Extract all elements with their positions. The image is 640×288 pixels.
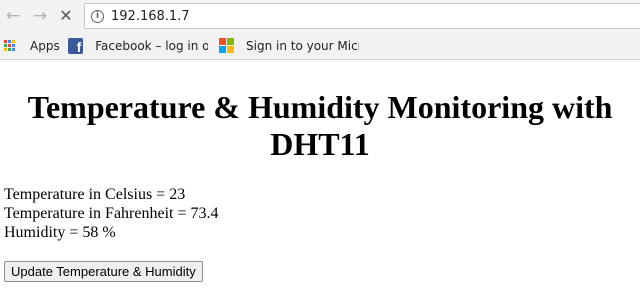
forward-arrow-icon[interactable]: → bbox=[29, 5, 51, 27]
bookmarks-bar: Apps f Facebook – log in or Sign in to y… bbox=[0, 32, 640, 60]
update-button[interactable]: Update Temperature & Humidity bbox=[4, 261, 203, 282]
microsoft-icon bbox=[219, 38, 234, 53]
bookmark-label: Facebook – log in or bbox=[95, 38, 208, 53]
temperature-fahrenheit: Temperature in Fahrenheit = 73.4 bbox=[4, 205, 219, 222]
bookmark-apps[interactable]: Apps bbox=[4, 32, 60, 59]
close-x-icon[interactable]: ✕ bbox=[55, 5, 77, 27]
temperature-celsius: Temperature in Celsius = 23 bbox=[4, 186, 186, 203]
humidity: Humidity = 58 % bbox=[4, 224, 116, 241]
url-text[interactable]: 192.168.1.7 bbox=[111, 9, 190, 24]
bookmark-facebook[interactable]: f Facebook – log in or bbox=[68, 32, 208, 59]
info-circle-icon[interactable]: i bbox=[91, 9, 104, 23]
browser-toolbar: ← → ✕ i 192.168.1.7 bbox=[0, 0, 640, 32]
bookmark-label: Apps bbox=[30, 38, 60, 53]
bookmark-microsoft[interactable]: Sign in to your Micro bbox=[219, 32, 359, 59]
bookmark-label: Sign in to your Micro bbox=[246, 38, 359, 53]
facebook-icon: f bbox=[68, 37, 84, 54]
address-bar[interactable]: i 192.168.1.7 bbox=[84, 3, 640, 29]
page-content: Temperature & Humidity Monitoring with D… bbox=[0, 89, 640, 282]
apps-grid-icon bbox=[4, 39, 16, 52]
readings-block: Temperature in Celsius = 23 Temperature … bbox=[4, 185, 636, 242]
page-title: Temperature & Humidity Monitoring with D… bbox=[27, 89, 613, 162]
back-arrow-icon[interactable]: ← bbox=[2, 5, 24, 27]
